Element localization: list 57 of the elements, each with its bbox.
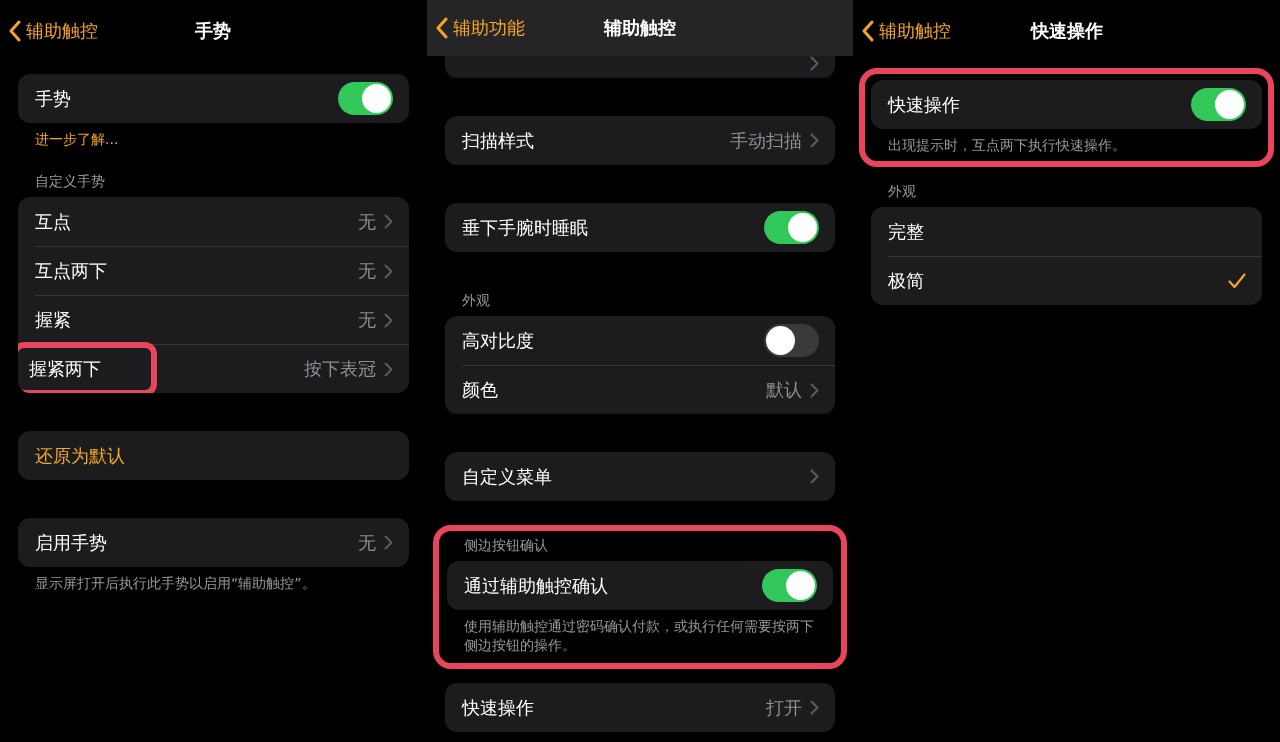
- back-button[interactable]: 辅助触控: [861, 19, 952, 43]
- section-header: 自定义手势: [34, 172, 106, 191]
- row-label: 手势: [35, 86, 71, 111]
- section-header: 侧边按钮确认: [462, 536, 549, 555]
- screen-title: 快速操作: [1030, 19, 1103, 43]
- row-label: 颜色: [461, 378, 498, 402]
- back-chevron-icon: [8, 20, 22, 42]
- back-chevron-icon: [861, 20, 876, 42]
- row-label: 自定义菜单: [461, 464, 552, 489]
- row-label: 扫描样式: [461, 128, 534, 153]
- toggle-switch[interactable]: [337, 82, 393, 115]
- row-label: 高对比度: [461, 328, 534, 353]
- row-value[interactable]: 无: [357, 259, 376, 283]
- back-button[interactable]: 辅助触控: [8, 19, 98, 43]
- row-label: 互点两下: [35, 259, 107, 283]
- row-value[interactable]: 打开: [766, 695, 803, 720]
- toggle-switch[interactable]: [1191, 88, 1246, 121]
- row-value[interactable]: 默认: [766, 378, 803, 402]
- learn-more-link[interactable]: 进一步了解...: [18, 123, 409, 149]
- screen-title: 辅助触控: [604, 16, 676, 40]
- chevron-icon: [810, 133, 820, 148]
- chevron-icon: [810, 700, 820, 715]
- chevron-icon: [383, 312, 393, 328]
- footer-note: 使用辅助触控通过密码确认付款，或执行任何需要按两下侧边按钮的操作。: [462, 617, 815, 655]
- toggle-switch[interactable]: [762, 569, 818, 602]
- row-label: 快速操作: [461, 695, 534, 720]
- row-value[interactable]: 无: [357, 530, 376, 555]
- row-value[interactable]: 按下表冠: [303, 357, 376, 381]
- row-label: 极简: [888, 269, 925, 293]
- screen-title: 手势: [195, 19, 232, 43]
- footer-note: 出现提示时，互点两下执行快速操作。: [887, 136, 1128, 155]
- chevron-icon: [810, 382, 820, 398]
- row-label: 启用手势: [35, 530, 107, 555]
- section-header: 外观: [887, 182, 918, 201]
- row-label: 握紧两下: [29, 357, 101, 381]
- back-button[interactable]: 辅助功能: [434, 16, 525, 40]
- chevron-icon: [810, 56, 820, 71]
- row-label: 互点: [35, 209, 71, 234]
- row-label: 快速操作: [888, 92, 961, 117]
- chevron-icon: [810, 469, 820, 484]
- row-value[interactable]: 无: [357, 308, 376, 332]
- reset-button[interactable]: 还原为默认: [35, 443, 125, 468]
- section-header: 外观: [460, 291, 491, 310]
- back-chevron-icon: [434, 17, 449, 39]
- row-label: 完整: [888, 219, 925, 244]
- toggle-switch[interactable]: [764, 324, 820, 357]
- toggle-switch[interactable]: [764, 211, 820, 244]
- row-label: 垂下手腕时睡眠: [461, 215, 588, 240]
- chevron-icon: [383, 361, 393, 377]
- row-label: 握紧: [35, 308, 71, 332]
- chevron-icon: [383, 263, 393, 279]
- row-value[interactable]: 无: [357, 209, 376, 234]
- chevron-icon: [383, 535, 393, 550]
- chevron-icon: [383, 214, 393, 229]
- row-value[interactable]: 手动扫描: [730, 128, 803, 153]
- footer-note: 显示屏打开后执行此手势以启用“辅助触控”。: [34, 574, 317, 593]
- row-label: 通过辅助触控确认: [463, 573, 608, 598]
